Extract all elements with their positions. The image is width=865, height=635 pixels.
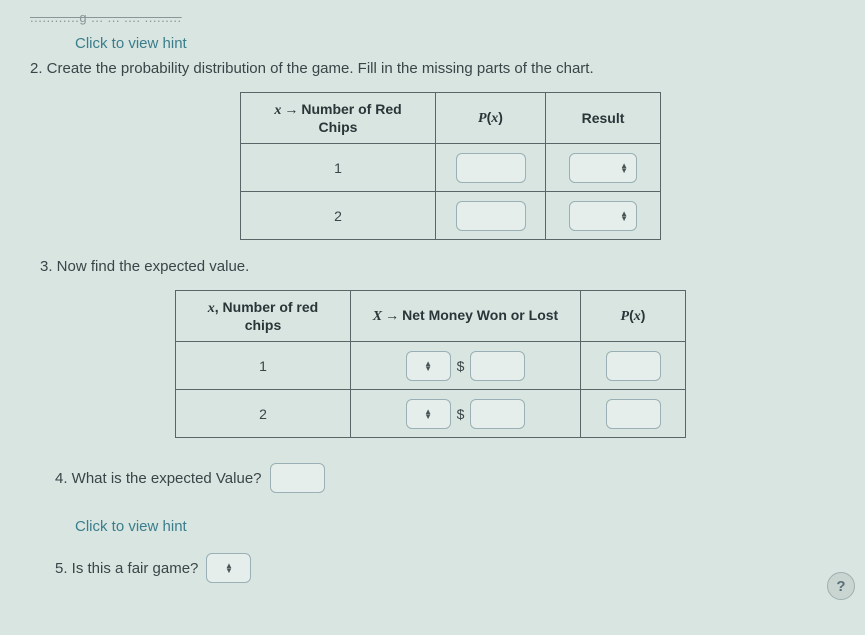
px-input-2[interactable] [456, 201, 526, 231]
cell-result-1: ▲▼ [546, 144, 661, 192]
probability-table: x→Number of Red Chips P(x) Result 1 ▲▼ 2… [240, 92, 661, 240]
expected-value-table: x, Number of red chips X→Net Money Won o… [175, 290, 686, 438]
question-5: 5. Is this a fair game? ▲▼ [55, 553, 845, 583]
stepper-icon: ▲▼ [424, 409, 432, 419]
question-2-text: 2. Create the probability distribution o… [30, 60, 845, 77]
stepper-icon: ▲▼ [620, 211, 628, 221]
cell2-x-1: 1 [176, 342, 351, 390]
question-5-text: 5. Is this a fair game? [55, 560, 198, 577]
sign-select-2[interactable]: ▲▼ [406, 399, 451, 429]
table-row: 2 ▲▼ $ [176, 390, 686, 438]
stepper-icon: ▲▼ [424, 361, 432, 371]
cell2-x-2: 2 [176, 390, 351, 438]
header-result: Result [546, 93, 661, 144]
question-4: 4. What is the expected Value? [55, 463, 845, 493]
result-select-1[interactable]: ▲▼ [569, 153, 637, 183]
px-input-1[interactable] [456, 153, 526, 183]
table-row: 1 ▲▼ $ [176, 342, 686, 390]
fair-game-select[interactable]: ▲▼ [206, 553, 251, 583]
result-select-2[interactable]: ▲▼ [569, 201, 637, 231]
px2-input-2[interactable] [606, 399, 661, 429]
cell-x-1: 1 [241, 144, 436, 192]
question-4-text: 4. What is the expected Value? [55, 470, 262, 487]
header-px2: P(x) [581, 291, 686, 342]
cell-px-2 [436, 192, 546, 240]
header-px: P(x) [436, 93, 546, 144]
table-row: 1 ▲▼ [241, 144, 661, 192]
cell-x-2: 2 [241, 192, 436, 240]
hint-link-2[interactable]: Click to view hint [75, 518, 187, 535]
money-input-2[interactable] [470, 399, 525, 429]
cell-px-1 [436, 144, 546, 192]
currency-symbol: $ [457, 406, 465, 422]
header-x: x→Number of Red Chips [241, 93, 436, 144]
help-button[interactable]: ? [827, 572, 855, 600]
cell2-px-2 [581, 390, 686, 438]
header-net: X→Net Money Won or Lost [351, 291, 581, 342]
stepper-icon: ▲▼ [620, 163, 628, 173]
px2-input-1[interactable] [606, 351, 661, 381]
truncated-text: ............g ... ... .... ......... [30, 10, 845, 25]
hint-link-1[interactable]: Click to view hint [75, 35, 187, 52]
cell2-px-1 [581, 342, 686, 390]
sign-select-1[interactable]: ▲▼ [406, 351, 451, 381]
table-row: 2 ▲▼ [241, 192, 661, 240]
cell2-net-1: ▲▼ $ [351, 342, 581, 390]
currency-symbol: $ [457, 358, 465, 374]
question-3-text: 3. Now find the expected value. [40, 258, 845, 275]
expected-value-input[interactable] [270, 463, 325, 493]
header-x2: x, Number of red chips [176, 291, 351, 342]
stepper-icon: ▲▼ [225, 563, 233, 573]
cell-result-2: ▲▼ [546, 192, 661, 240]
money-input-1[interactable] [470, 351, 525, 381]
cell2-net-2: ▲▼ $ [351, 390, 581, 438]
